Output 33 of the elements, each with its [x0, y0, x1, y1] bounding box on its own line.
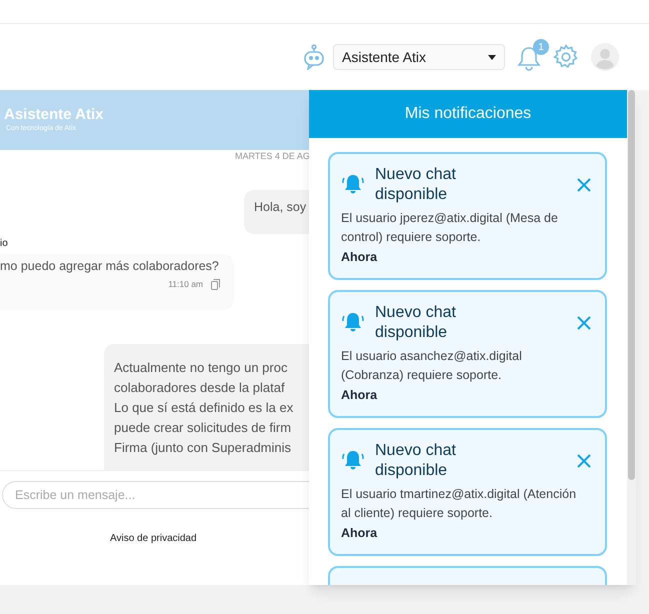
scrollbar[interactable] [627, 90, 636, 585]
notification-time: Ahora [341, 249, 378, 266]
notification-time: Ahora [341, 387, 378, 404]
message-bubble: Hola, soy [244, 190, 309, 234]
bell-icon [341, 450, 365, 472]
panel-header: Mis notificaciones [309, 90, 627, 138]
notification-badge: 1 [533, 39, 549, 55]
notification-message: El usuario jperez@atix.digital (Mesa de control) requiere soporte. [341, 210, 559, 246]
notification-time: Ahora [341, 525, 378, 542]
notification-message: El usuario asanchez@atix.digital (Cobranza) requiere soporte. [341, 348, 523, 384]
robot-icon [303, 44, 325, 70]
settings-icon[interactable] [553, 44, 579, 70]
message-time: 11:10 am [168, 278, 203, 290]
avatar-icon[interactable] [591, 43, 619, 71]
message-bubble: mo puedo agregar más colaboradores? 11:10 am [0, 254, 234, 310]
message-bubble: Actualmente no tengo un proc colaboradores desde la plataf Lo que sí está definido es la ex puede crear solicitudes de firm Firma (junto con Superadminis [104, 344, 309, 470]
assistant-select[interactable]: Asistente Atix [333, 44, 505, 70]
sender-name: io [0, 237, 8, 251]
date-label: MARTES 4 DE AG [235, 150, 309, 163]
notification-title: Nuevo chat disponible [375, 303, 457, 343]
close-icon[interactable] [577, 178, 591, 192]
notification-message: El usuario tmartinez@atix.digital (Atención al cliente) requiere soporte. [341, 486, 578, 522]
message-input[interactable]: Escribe un mensaje... [2, 481, 309, 509]
bell-icon [341, 174, 365, 196]
caret-icon [488, 54, 496, 60]
privacy-link[interactable]: Aviso de privacidad [110, 531, 197, 546]
chat-title: Asistente Atix [4, 106, 104, 124]
copy-icon[interactable] [211, 278, 220, 290]
notification-title: Nuevo chat disponible [375, 165, 457, 205]
close-icon[interactable] [577, 454, 591, 468]
bell-icon [341, 312, 365, 334]
close-icon[interactable] [577, 316, 591, 330]
notification-title: Nuevo chat disponible [375, 441, 457, 481]
